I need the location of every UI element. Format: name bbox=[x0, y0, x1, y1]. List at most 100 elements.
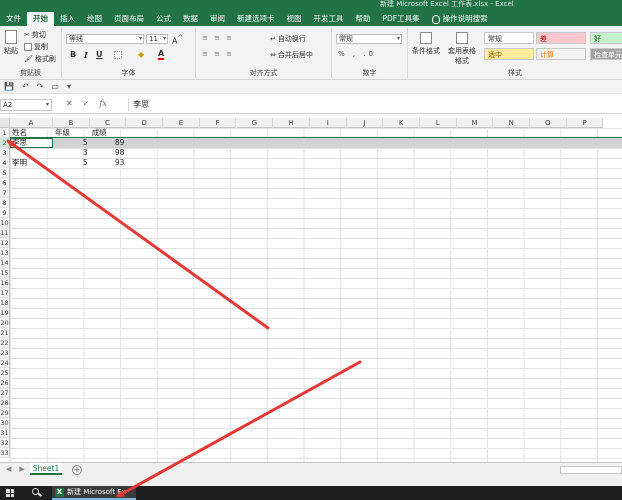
row-header[interactable]: 33 bbox=[0, 448, 10, 458]
tab-9[interactable]: 视图 bbox=[281, 12, 308, 26]
row-header[interactable]: 4 bbox=[0, 158, 10, 168]
column-header[interactable]: H bbox=[273, 118, 310, 128]
row-header[interactable]: 18 bbox=[0, 298, 10, 308]
row-header[interactable]: 2 bbox=[0, 138, 10, 148]
row-header[interactable]: 32 bbox=[0, 438, 10, 448]
cell-b3[interactable]: 3 bbox=[55, 148, 88, 158]
select-all-corner[interactable] bbox=[0, 118, 10, 128]
row-header[interactable]: 5 bbox=[0, 168, 10, 178]
cell-c4[interactable]: 93 bbox=[92, 158, 125, 168]
cell-a4[interactable]: 李明 bbox=[12, 158, 51, 168]
formula-input[interactable]: 李思 bbox=[128, 99, 622, 111]
font-color-icon[interactable]: A bbox=[158, 50, 165, 60]
tab-3[interactable]: 绘图 bbox=[81, 12, 108, 26]
next-sheet-icon[interactable]: ▶ bbox=[19, 465, 24, 473]
tab-0[interactable]: 文件 bbox=[0, 12, 27, 26]
row-header[interactable]: 22 bbox=[0, 338, 10, 348]
column-header[interactable]: P bbox=[566, 118, 604, 128]
row-header[interactable]: 24 bbox=[0, 358, 10, 368]
copy-button[interactable]: 复制 bbox=[24, 42, 48, 52]
row-header[interactable]: 25 bbox=[0, 368, 10, 378]
column-header[interactable]: C bbox=[89, 118, 127, 128]
row-header[interactable]: 17 bbox=[0, 288, 10, 298]
prev-sheet-icon[interactable]: ◀ bbox=[6, 465, 11, 473]
column-header[interactable]: E bbox=[163, 118, 200, 128]
print-preview-icon[interactable]: ▭ bbox=[51, 82, 59, 91]
row-header[interactable]: 1 bbox=[0, 128, 10, 138]
add-sheet-button[interactable]: + bbox=[72, 465, 82, 475]
taskbar-excel-app[interactable]: X 新建 Microsoft Ex bbox=[52, 486, 136, 500]
search-icon[interactable] bbox=[32, 488, 39, 495]
cell-b2[interactable]: 5 bbox=[55, 138, 88, 148]
cell-b1[interactable]: 年级 bbox=[55, 128, 88, 138]
column-header[interactable]: J bbox=[346, 118, 384, 128]
fill-color-icon[interactable]: ◆ bbox=[138, 50, 144, 59]
italic-button[interactable]: I bbox=[84, 50, 88, 60]
cell-a2[interactable]: 李思 bbox=[12, 138, 51, 148]
format-as-table-button[interactable]: 套用表格格式 bbox=[446, 32, 478, 66]
column-header[interactable]: D bbox=[126, 118, 164, 128]
cancel-icon[interactable]: ✕ bbox=[66, 99, 73, 108]
tab-5[interactable]: 公式 bbox=[150, 12, 177, 26]
cell-c1[interactable]: 成绩 bbox=[92, 128, 125, 138]
cell-area[interactable] bbox=[10, 128, 622, 462]
number-format-select[interactable]: 常规 bbox=[336, 34, 402, 44]
row-header[interactable]: 15 bbox=[0, 268, 10, 278]
worksheet-grid[interactable]: A B C D E F G H I J K L M N O P 1 2 3 4 5 6 7 8 9 10 11 12 13 14 15 16 1… bbox=[0, 118, 622, 462]
tab-7[interactable]: 审阅 bbox=[204, 12, 231, 26]
undo-icon[interactable]: ↶ bbox=[22, 82, 29, 91]
cut-button[interactable]: ✂ 剪切 bbox=[24, 30, 46, 40]
cell-style-4[interactable]: 计算 bbox=[536, 48, 586, 60]
row-header[interactable]: 10 bbox=[0, 218, 10, 228]
row-header[interactable]: 23 bbox=[0, 348, 10, 358]
column-header[interactable]: I bbox=[309, 118, 347, 128]
row-header[interactable]: 11 bbox=[0, 228, 10, 238]
row-header[interactable]: 26 bbox=[0, 378, 10, 388]
conditional-format-button[interactable]: 条件格式 bbox=[412, 32, 440, 56]
row-header[interactable]: 3 bbox=[0, 148, 10, 158]
column-header[interactable]: M bbox=[456, 118, 494, 128]
merge-center-button[interactable]: ⇔ 合并后居中 bbox=[270, 50, 313, 60]
confirm-icon[interactable]: ✓ bbox=[83, 99, 90, 108]
save-icon[interactable]: 💾 bbox=[4, 82, 14, 91]
row-header[interactable]: 21 bbox=[0, 328, 10, 338]
vertical-align-buttons[interactable]: ≡ ≡ ≡ bbox=[202, 34, 234, 42]
name-box[interactable]: A2 bbox=[0, 99, 52, 111]
row-header[interactable]: 16 bbox=[0, 278, 10, 288]
customize-qat-icon[interactable]: ▾ bbox=[67, 82, 71, 91]
cell-c3[interactable]: 98 bbox=[92, 148, 125, 158]
row-header[interactable]: 31 bbox=[0, 428, 10, 438]
sheet-tab[interactable]: Sheet1 bbox=[30, 463, 62, 475]
help-search[interactable]: 操作说明搜索 bbox=[426, 12, 494, 26]
row-header[interactable]: 8 bbox=[0, 198, 10, 208]
row-header[interactable]: 20 bbox=[0, 318, 10, 328]
row-header[interactable]: 6 bbox=[0, 178, 10, 188]
underline-button[interactable]: U bbox=[96, 50, 103, 59]
cell-a1[interactable]: 姓名 bbox=[12, 128, 51, 138]
tab-4[interactable]: 页面布局 bbox=[108, 12, 150, 26]
tab-10[interactable]: 开发工具 bbox=[308, 12, 350, 26]
wrap-text-button[interactable]: ↵ 自动换行 bbox=[270, 34, 306, 44]
tab-1[interactable]: 开始 bbox=[27, 12, 54, 26]
tab-11[interactable]: 帮助 bbox=[350, 12, 377, 26]
grow-font-button[interactable]: A^ bbox=[172, 34, 183, 46]
cell-style-1[interactable]: 差 bbox=[536, 32, 586, 44]
row-header[interactable]: 12 bbox=[0, 238, 10, 248]
row-header[interactable]: 19 bbox=[0, 308, 10, 318]
row-header[interactable]: 7 bbox=[0, 188, 10, 198]
tab-6[interactable]: 数据 bbox=[177, 12, 204, 26]
column-header[interactable]: L bbox=[420, 118, 457, 128]
cell-b4[interactable]: 5 bbox=[55, 158, 88, 168]
windows-start-icon[interactable] bbox=[6, 489, 14, 497]
tab-8[interactable]: 新建选项卡 bbox=[231, 12, 281, 26]
row-header[interactable]: 14 bbox=[0, 258, 10, 268]
tab-2[interactable]: 插入 bbox=[54, 12, 81, 26]
insert-function-icon[interactable]: fx bbox=[99, 99, 106, 108]
row-header[interactable]: 27 bbox=[0, 388, 10, 398]
row-header[interactable]: 30 bbox=[0, 418, 10, 428]
cell-c2[interactable]: 89 bbox=[92, 138, 125, 148]
format-painter-button[interactable]: 🖌 格式刷 bbox=[24, 54, 56, 64]
font-name-select[interactable]: 等线 bbox=[66, 34, 144, 44]
column-header[interactable]: B bbox=[53, 118, 90, 128]
row-header[interactable]: 29 bbox=[0, 408, 10, 418]
